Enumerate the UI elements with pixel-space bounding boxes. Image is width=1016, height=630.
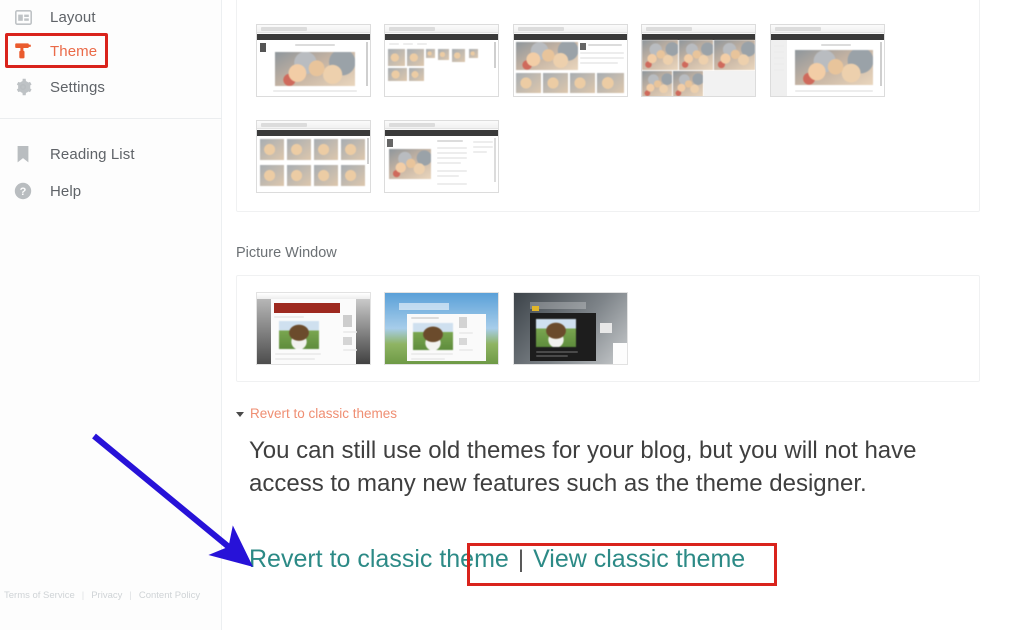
sidebar-item-label: Help (50, 182, 82, 200)
main-content: Picture Window Revert to classic themes … (222, 0, 1016, 630)
footer-separator: | (81, 590, 85, 601)
theme-thumbnail[interactable] (256, 120, 371, 193)
theme-thumbnail[interactable] (256, 24, 371, 97)
sidebar-item-reading-list[interactable]: Reading List (0, 137, 222, 171)
theme-thumbnail[interactable] (256, 292, 371, 365)
blogger-theme-page: Layout Theme Settings Reading List ? Hel… (0, 0, 1016, 630)
chevron-down-icon (236, 412, 244, 417)
theme-thumbnail[interactable] (384, 292, 499, 365)
picture-window-section-label: Picture Window (236, 245, 337, 261)
link-divider: | (517, 546, 525, 573)
theme-thumbnail[interactable] (770, 24, 885, 97)
theme-thumbnail[interactable] (384, 120, 499, 193)
footer-separator: | (129, 590, 132, 601)
privacy-link[interactable]: Privacy (91, 590, 122, 601)
contempo-thumbnail-grid (237, 0, 979, 211)
theme-thumbnail[interactable] (513, 292, 628, 365)
content-policy-link[interactable]: Content Policy (139, 590, 200, 601)
theme-thumbnail[interactable] (384, 24, 499, 97)
layout-icon (12, 6, 34, 28)
sidebar-item-label: Theme (50, 42, 98, 60)
paint-roller-icon (12, 40, 34, 62)
bookmark-icon (12, 143, 34, 165)
sidebar-item-help[interactable]: ? Help (0, 174, 222, 208)
revert-description-text: You can still use old themes for your bl… (249, 437, 917, 497)
sidebar-item-layout[interactable]: Layout (0, 0, 222, 34)
contempo-themes-panel (236, 0, 980, 212)
sidebar-item-theme[interactable]: Theme (0, 34, 222, 68)
classic-theme-links-row: Revert to classic theme | View classic t… (249, 545, 745, 574)
terms-of-service-link[interactable]: Terms of Service (4, 590, 75, 601)
sidebar-item-label: Reading List (50, 145, 135, 163)
sidebar-divider (0, 118, 222, 119)
help-circle-icon: ? (12, 180, 34, 202)
svg-text:?: ? (20, 186, 27, 198)
gear-icon (12, 76, 34, 98)
theme-thumbnail[interactable] (513, 24, 628, 97)
revert-to-classic-themes-toggle[interactable]: Revert to classic themes (236, 406, 397, 421)
picture-window-panel (236, 275, 980, 382)
sidebar: Layout Theme Settings Reading List ? Hel… (0, 0, 222, 630)
revert-toggle-label: Revert to classic themes (250, 406, 398, 421)
view-classic-theme-link[interactable]: View classic theme (533, 545, 745, 574)
sidebar-item-label: Settings (50, 78, 105, 96)
sidebar-footer: Terms of Service | Privacy | Content Pol… (4, 590, 222, 601)
picture-window-thumbnail-grid (237, 276, 979, 381)
revert-to-classic-theme-link[interactable]: Revert to classic theme (249, 545, 509, 574)
theme-thumbnail[interactable] (641, 24, 756, 97)
sidebar-item-label: Layout (50, 8, 96, 26)
sidebar-item-settings[interactable]: Settings (0, 70, 222, 104)
